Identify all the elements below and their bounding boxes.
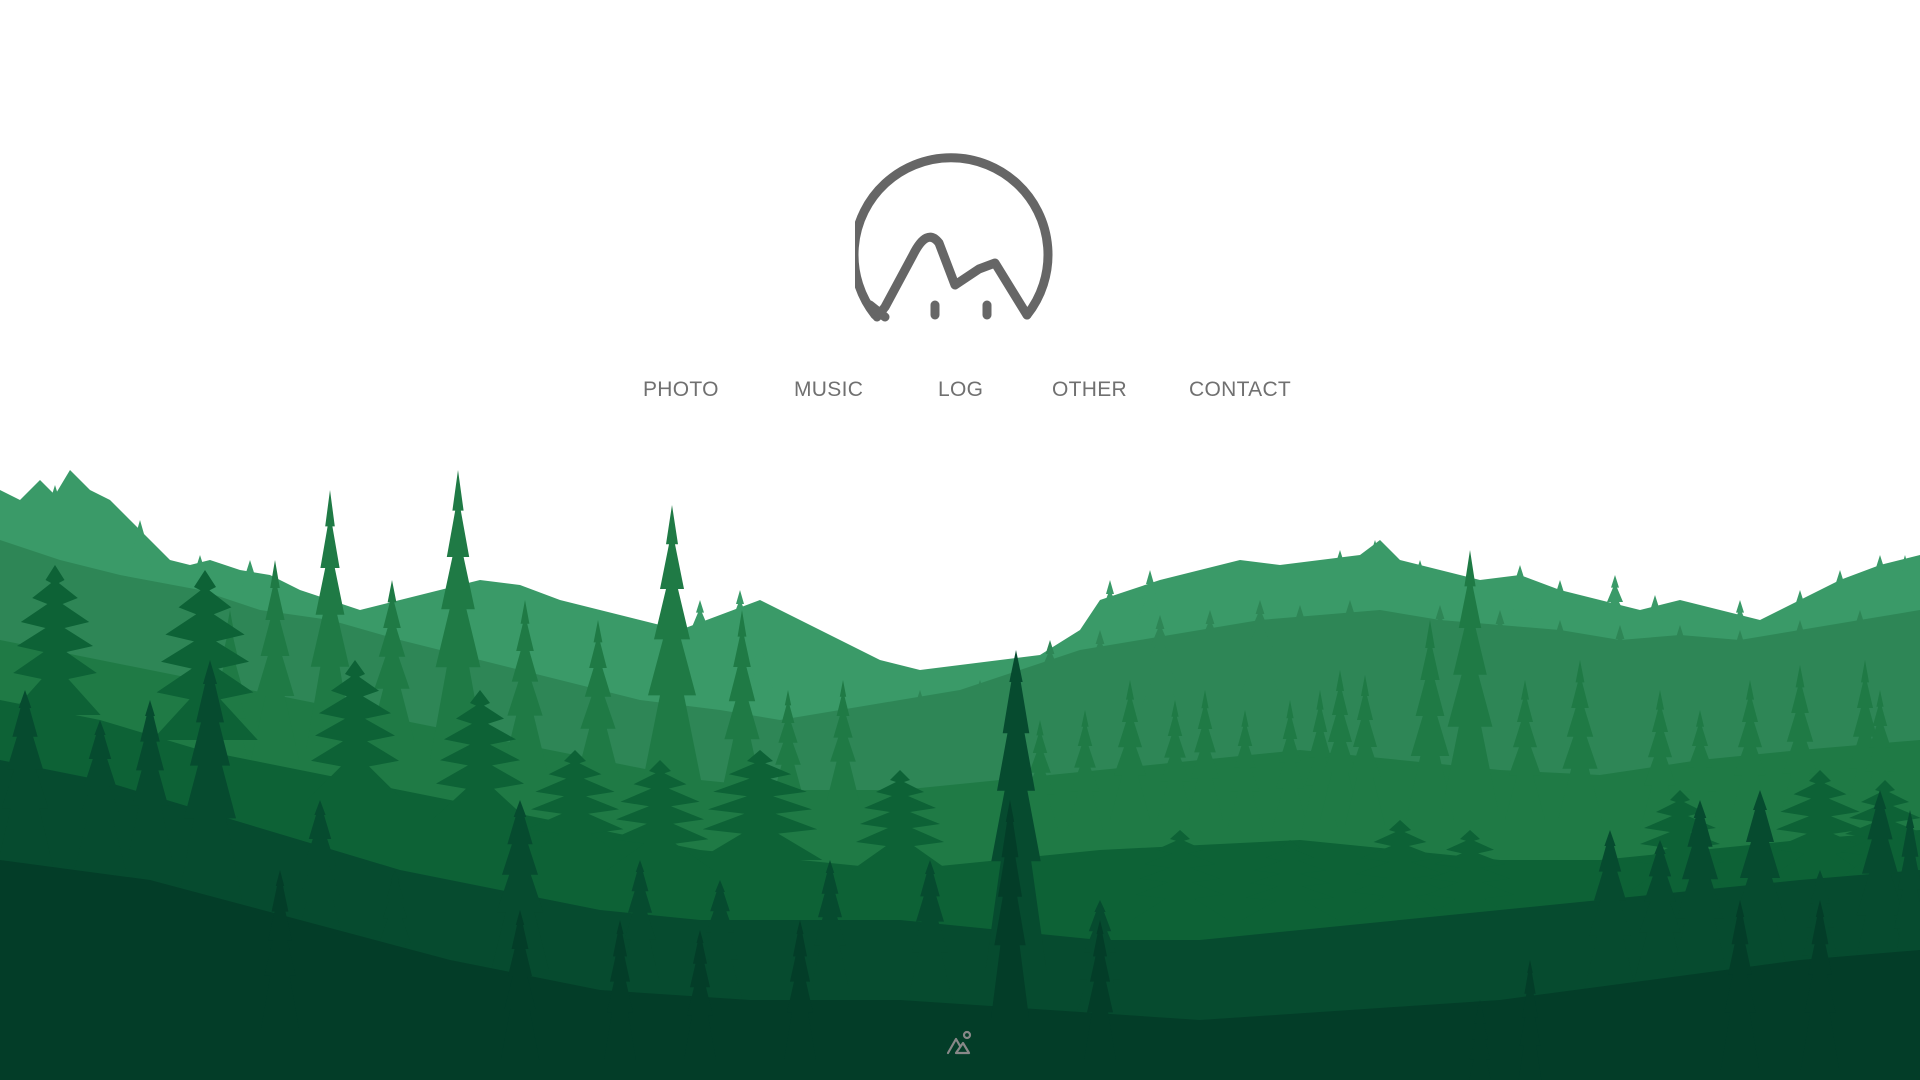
landing-page: PHOTO MUSIC LOG OTHER CONTACT (0, 0, 1920, 1080)
nav-log[interactable]: LOG (938, 378, 983, 402)
mountain-person-icon[interactable] (945, 1028, 975, 1058)
nav-photo[interactable]: PHOTO (643, 378, 719, 402)
nav-music[interactable]: MUSIC (794, 378, 863, 402)
nav-other[interactable]: OTHER (1052, 378, 1127, 402)
nav-contact[interactable]: CONTACT (1189, 378, 1291, 402)
mountain-circle-logo-icon[interactable] (855, 145, 1065, 330)
main-nav: PHOTO MUSIC LOG OTHER CONTACT (0, 378, 1920, 408)
